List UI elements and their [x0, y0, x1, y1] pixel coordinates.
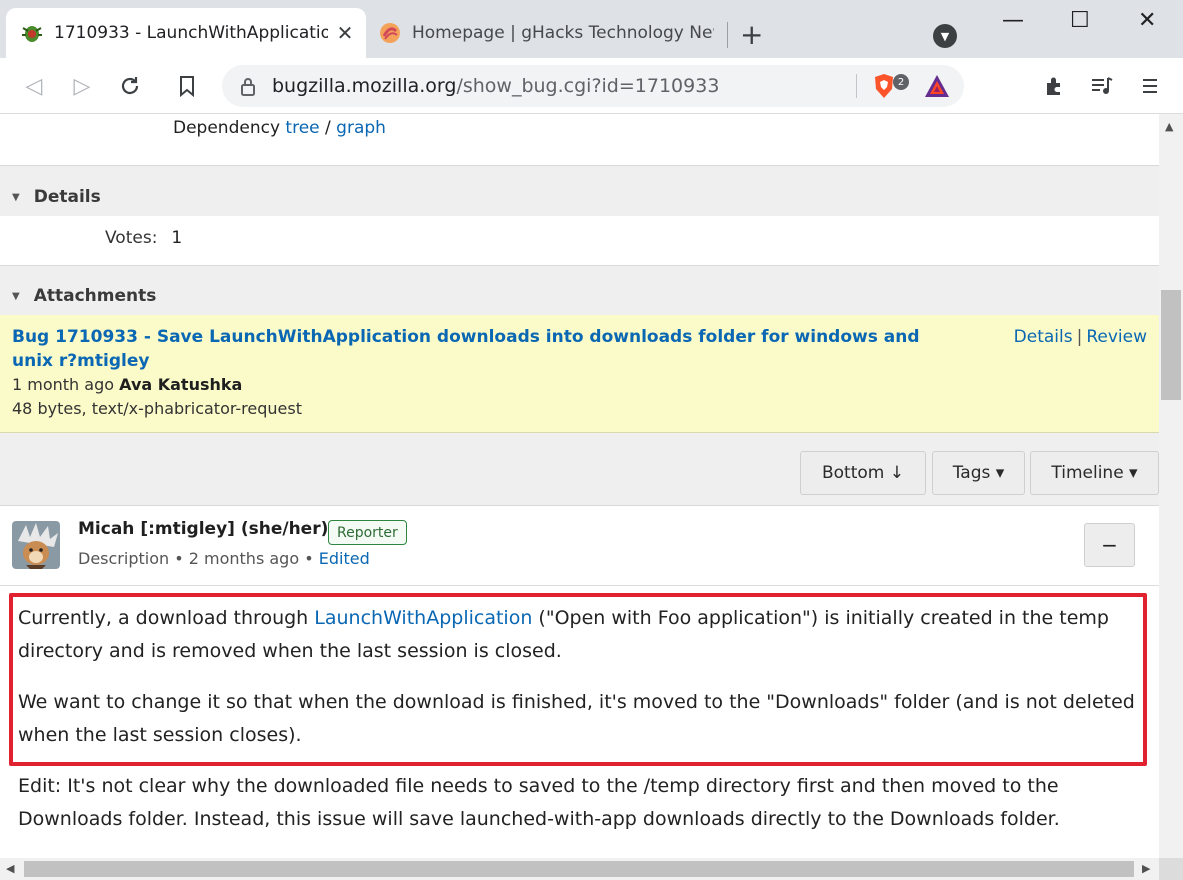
details-heading: Details [33, 187, 101, 207]
attachment-title-link[interactable]: Bug 1710933 - Save LaunchWithApplication… [12, 325, 932, 373]
attachment-details-link[interactable]: Details [1014, 327, 1073, 347]
attachment-size-type: 48 bytes, text/x-phabricator-request [12, 399, 302, 418]
attachment-author[interactable]: Ava Katushka [119, 375, 242, 394]
tab-separator [727, 22, 728, 48]
tab-search-icon[interactable]: ▼ [933, 24, 957, 48]
votes-row: Votes: 1 [105, 228, 182, 248]
scroll-left-icon[interactable]: ◀ [6, 862, 14, 875]
minimize-icon[interactable]: — [1002, 8, 1024, 33]
details-section: Votes: 1 [0, 216, 1159, 266]
maximize-icon[interactable]: ☐ [1070, 8, 1090, 33]
scroll-right-icon[interactable]: ▶ [1142, 862, 1150, 875]
close-tab-icon[interactable]: ✕ [334, 21, 356, 45]
bookmark-icon[interactable] [173, 72, 201, 100]
url-path: /show_bug.cgi?id=1710933 [456, 75, 720, 97]
brave-rewards-icon[interactable] [924, 74, 950, 103]
scrollbar-thumb[interactable] [1161, 290, 1181, 400]
brave-shield-icon[interactable] [872, 73, 896, 104]
menu-icon[interactable] [1137, 73, 1163, 99]
dependency-tree-link[interactable]: tree [285, 118, 319, 138]
details-section-header[interactable]: ▼ Details [0, 178, 1159, 216]
close-window-icon[interactable]: ✕ [1138, 8, 1156, 33]
horizontal-scrollbar[interactable]: ◀ ▶ [0, 858, 1183, 880]
timeline-button[interactable]: Timeline ▾ [1030, 451, 1159, 495]
attachment-actions: Details | Review [1014, 327, 1147, 347]
browser-toolbar: ◁ ▷ bugzilla.mozilla.org/show_bug.cgi?id… [0, 58, 1183, 114]
tab-strip: 1710933 - LaunchWithApplication ✕ Homepa… [0, 0, 1183, 58]
dependency-label: Dependency [173, 118, 281, 138]
comment-body: Currently, a download through LaunchWith… [0, 586, 1159, 858]
reload-icon[interactable] [116, 72, 144, 100]
comment-header: Micah [:mtigley] (she/her) Reporter Desc… [0, 507, 1159, 586]
url-host: bugzilla.mozilla.org [272, 75, 457, 97]
new-tab-icon[interactable]: + [740, 20, 763, 50]
section-gap [0, 266, 1159, 277]
tags-button[interactable]: Tags ▾ [932, 451, 1025, 495]
media-control-icon[interactable] [1089, 73, 1115, 99]
tab-ghacks[interactable]: Homepage | gHacks Technology News [368, 8, 724, 58]
meta-dot: • [304, 549, 314, 568]
collapse-triangle-icon: ▼ [12, 191, 20, 203]
tab-bugzilla[interactable]: 1710933 - LaunchWithApplication ✕ [6, 8, 366, 58]
reporter-badge: Reporter [328, 520, 407, 545]
collapse-comment-button[interactable]: − [1084, 523, 1135, 567]
vertical-scrollbar[interactable]: ▲ [1159, 114, 1183, 858]
bugzilla-bug-icon [18, 19, 46, 47]
ghacks-icon [376, 19, 404, 47]
dependency-section: Dependency tree / graph [0, 114, 1159, 166]
votes-value: 1 [171, 228, 183, 248]
dependency-graph-link[interactable]: graph [336, 118, 386, 138]
page-viewport: Dependency tree / graph ▼ Details Votes:… [0, 114, 1159, 858]
comment-toolbar: Bottom ↓ Tags ▾ Timeline ▾ [0, 433, 1159, 506]
collapse-triangle-icon: ▼ [12, 290, 20, 302]
forward-icon[interactable]: ▷ [68, 72, 96, 100]
omnibox-separator [856, 74, 857, 98]
votes-label: Votes: [105, 228, 158, 248]
attachment-meta: 1 month ago Ava Katushka [12, 375, 242, 394]
brave-badge: 2 [893, 74, 909, 90]
scrollbar-thumb[interactable] [24, 861, 1134, 877]
comment-label: Description [78, 549, 170, 568]
comment-author[interactable]: Micah [:mtigley] (she/her) [78, 519, 328, 539]
highlight-annotation-box [9, 593, 1147, 766]
attachments-section-header[interactable]: ▼ Attachments [0, 277, 1159, 315]
tab-title: 1710933 - LaunchWithApplication [54, 23, 328, 43]
attachment-review-link[interactable]: Review [1086, 327, 1147, 347]
back-icon[interactable]: ◁ [20, 72, 48, 100]
comment-age[interactable]: 2 months ago [189, 549, 299, 568]
comment-meta: Description • 2 months ago • Edited [78, 549, 370, 568]
extensions-icon[interactable] [1041, 73, 1067, 99]
scroll-up-icon[interactable]: ▲ [1165, 120, 1173, 133]
lock-icon [241, 78, 255, 96]
dependency-separator: / [325, 118, 331, 138]
address-bar[interactable]: bugzilla.mozilla.org/show_bug.cgi?id=171… [222, 65, 964, 107]
avatar[interactable] [12, 521, 60, 569]
attachment-actions-separator: | [1076, 327, 1083, 347]
section-gap [0, 166, 1159, 178]
dependency-row: Dependency tree / graph [173, 118, 386, 138]
meta-dot: • [174, 549, 184, 568]
comment-paragraph-3: Edit: It's not clear why the downloaded … [18, 775, 1060, 830]
bottom-button[interactable]: Bottom ↓ [800, 451, 926, 495]
attachment-age: 1 month ago [12, 375, 115, 394]
attachments-heading: Attachments [33, 286, 157, 306]
tab-title: Homepage | gHacks Technology News [412, 23, 714, 43]
attachment-item: Bug 1710933 - Save LaunchWithApplication… [0, 315, 1159, 433]
edited-link[interactable]: Edited [319, 549, 370, 568]
scrollbar-corner [1159, 858, 1183, 880]
